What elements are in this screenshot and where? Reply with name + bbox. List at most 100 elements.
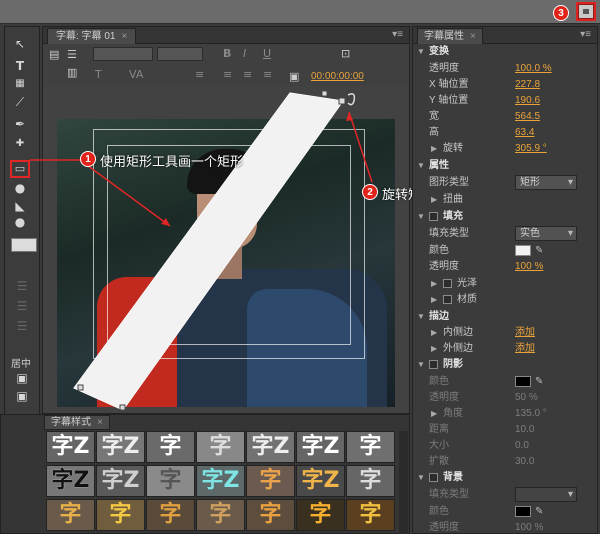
section-background[interactable]: ▼ 背景 bbox=[413, 469, 599, 486]
rotation-value[interactable]: 305.9 ° bbox=[515, 140, 547, 157]
resize-handle-left[interactable] bbox=[77, 384, 84, 391]
shadow-size-value[interactable]: 0.0 bbox=[515, 437, 529, 454]
prop-label: 颜色 bbox=[429, 506, 449, 517]
eyedropper-icon[interactable]: ✎ bbox=[535, 503, 543, 520]
prop-shadow-size: 大小 0.0 bbox=[413, 437, 599, 454]
style-sample[interactable]: 字 bbox=[146, 431, 195, 463]
eyedropper-icon[interactable]: ✎ bbox=[535, 373, 543, 390]
fill-checkbox[interactable] bbox=[429, 212, 438, 221]
expand-icon[interactable]: ▶ bbox=[431, 291, 437, 308]
style-sample[interactable]: 字Z bbox=[196, 465, 245, 497]
style-sample[interactable]: 字 bbox=[296, 499, 345, 531]
style-sample[interactable]: 字Z bbox=[46, 465, 95, 497]
close-styles-tab-icon[interactable]: × bbox=[97, 417, 103, 428]
tab-title-styles[interactable]: 字幕样式 × bbox=[44, 415, 110, 430]
style-sample[interactable]: 字 bbox=[246, 499, 295, 531]
section-label: 属性 bbox=[429, 160, 449, 171]
y-value[interactable]: 190.6 bbox=[515, 92, 540, 109]
opacity-value[interactable]: 100.0 % bbox=[515, 60, 552, 77]
resize-handle-top[interactable] bbox=[321, 90, 328, 97]
eyedropper-icon[interactable]: ✎ bbox=[535, 242, 543, 259]
prop-label: 光泽 bbox=[457, 278, 477, 289]
bg-color-swatch[interactable] bbox=[515, 506, 531, 517]
shadow-checkbox[interactable] bbox=[429, 360, 438, 369]
prop-label: 透明度 bbox=[429, 63, 459, 74]
prop-distort: ▶ 扭曲 bbox=[413, 191, 599, 208]
style-sample[interactable]: 字Z bbox=[96, 431, 145, 463]
props-menu-icon[interactable]: ▾≡ bbox=[580, 29, 591, 40]
rotate-handle[interactable] bbox=[338, 97, 346, 105]
expand-icon[interactable]: ▶ bbox=[431, 340, 437, 357]
section-transform[interactable]: ▼ 变换 bbox=[413, 43, 599, 60]
annotation-arrowhead-2 bbox=[346, 112, 353, 121]
close-props-tab-icon[interactable]: × bbox=[470, 31, 476, 42]
prop-shadow-color: 颜色 ✎ bbox=[413, 373, 599, 390]
prop-label: 填充类型 bbox=[429, 228, 469, 239]
shadow-angle-value[interactable]: 135.0 ° bbox=[515, 405, 547, 422]
props-tab-label: 字幕属性 bbox=[424, 31, 464, 42]
x-value[interactable]: 227.8 bbox=[515, 76, 540, 93]
style-sample[interactable]: 字 bbox=[246, 465, 295, 497]
prop-opacity: 透明度 100.0 % bbox=[413, 60, 599, 77]
annotation-step1: 使用矩形工具画一个矩形 bbox=[100, 154, 244, 169]
style-sample[interactable]: 字 bbox=[46, 499, 95, 531]
expand-icon[interactable]: ▶ bbox=[431, 191, 437, 208]
width-value[interactable]: 564.5 bbox=[515, 108, 540, 125]
fill-color-swatch[interactable] bbox=[515, 245, 531, 256]
fill-type-dropdown[interactable]: 实色 bbox=[515, 226, 577, 241]
style-sample[interactable]: 字 bbox=[346, 431, 395, 463]
prop-sheen: ▶ 光泽 bbox=[413, 275, 599, 292]
section-shadow[interactable]: ▼ 阴影 bbox=[413, 356, 599, 373]
expand-icon[interactable]: ▶ bbox=[431, 405, 437, 422]
rotated-rectangle[interactable] bbox=[73, 92, 344, 411]
style-sample[interactable]: 字Z bbox=[46, 431, 95, 463]
shape-type-dropdown[interactable]: 矩形 bbox=[515, 175, 577, 190]
section-label: 背景 bbox=[443, 472, 463, 483]
texture-checkbox[interactable] bbox=[443, 295, 452, 304]
style-sample[interactable]: 字Z bbox=[296, 465, 345, 497]
tab-title-properties[interactable]: 字幕属性 × bbox=[417, 28, 483, 44]
shadow-color-swatch[interactable] bbox=[515, 376, 531, 387]
expand-icon[interactable]: ▶ bbox=[431, 324, 437, 341]
style-sample[interactable]: 字 bbox=[96, 499, 145, 531]
bg-opacity-value[interactable]: 100 % bbox=[515, 519, 543, 534]
expand-icon[interactable]: ▶ bbox=[431, 140, 437, 157]
step-marker-1: 1 bbox=[80, 151, 96, 167]
prop-outer-stroke: ▶ 外侧边 添加 bbox=[413, 340, 599, 357]
height-value[interactable]: 63.4 bbox=[515, 124, 534, 141]
rotate-cursor-icon bbox=[347, 93, 356, 106]
prop-label: 宽 bbox=[429, 111, 439, 122]
style-sample[interactable]: 字 bbox=[196, 431, 245, 463]
resize-handle-bottom[interactable] bbox=[119, 404, 126, 411]
style-sample[interactable]: 字 bbox=[196, 499, 245, 531]
shadow-distance-value[interactable]: 10.0 bbox=[515, 421, 534, 438]
section-fill[interactable]: ▼ 填充 bbox=[413, 208, 599, 225]
shadow-spread-value[interactable]: 30.0 bbox=[515, 453, 534, 470]
sheen-checkbox[interactable] bbox=[443, 279, 452, 288]
prop-shadow-angle: ▶ 角度 135.0 ° bbox=[413, 405, 599, 422]
style-sample[interactable]: 字 bbox=[346, 499, 395, 531]
style-sample[interactable]: 字 bbox=[146, 465, 195, 497]
section-stroke[interactable]: ▼ 描边 bbox=[413, 308, 599, 325]
expand-icon: ▼ bbox=[417, 161, 425, 170]
styles-scrollbar[interactable] bbox=[399, 431, 408, 534]
style-sample[interactable]: 字Z bbox=[296, 431, 345, 463]
section-attributes[interactable]: ▼ 属性 bbox=[413, 157, 599, 174]
prop-label: 高 bbox=[429, 127, 439, 138]
fill-opacity-value[interactable]: 100 % bbox=[515, 258, 543, 275]
prop-inner-stroke: ▶ 内侧边 添加 bbox=[413, 324, 599, 341]
bg-fill-type-dropdown[interactable] bbox=[515, 487, 577, 502]
annotation-arrow-2 bbox=[348, 111, 373, 183]
expand-icon[interactable]: ▶ bbox=[431, 275, 437, 292]
style-sample[interactable]: 字 bbox=[146, 499, 195, 531]
background-checkbox[interactable] bbox=[429, 473, 438, 482]
style-sample[interactable]: 字 bbox=[346, 465, 395, 497]
style-sample[interactable]: 字Z bbox=[96, 465, 145, 497]
prop-label: 内侧边 bbox=[443, 327, 473, 338]
style-sample[interactable]: 字Z bbox=[246, 431, 295, 463]
shadow-opacity-value[interactable]: 50 % bbox=[515, 389, 538, 406]
prop-texture: ▶ 材质 bbox=[413, 291, 599, 308]
step-marker-2: 2 bbox=[362, 184, 378, 200]
add-outer-stroke-link[interactable]: 添加 bbox=[515, 340, 535, 357]
add-inner-stroke-link[interactable]: 添加 bbox=[515, 324, 535, 341]
